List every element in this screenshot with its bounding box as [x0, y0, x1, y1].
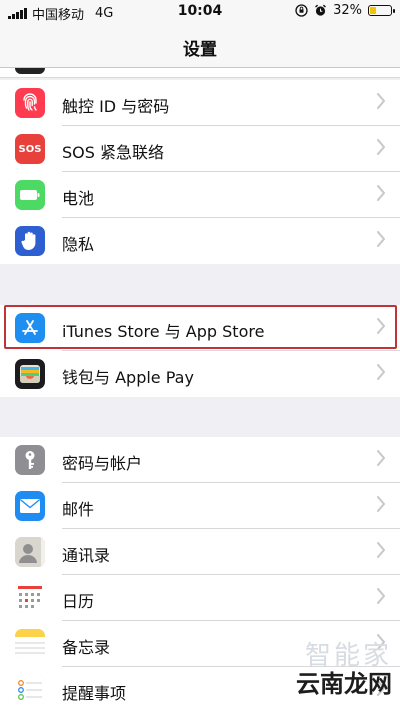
highlight-box [4, 305, 397, 349]
mail-icon [15, 491, 45, 521]
settings-row-label: 邮件 [62, 500, 95, 519]
settings-row-hand[interactable]: 隐私 [0, 218, 400, 264]
settings-row-fingerprint[interactable]: 触控 ID 与密码 [0, 80, 400, 126]
settings-row-label: 电池 [62, 189, 95, 208]
partial-icon [15, 68, 45, 74]
settings-row-wallet[interactable]: 钱包与 Apple Pay [0, 351, 400, 397]
settings-row-label: 触控 ID 与密码 [62, 97, 170, 116]
key-icon [15, 445, 45, 475]
settings-row-mail[interactable]: 邮件 [0, 483, 400, 529]
contacts-icon [15, 537, 45, 567]
partially-hidden-row[interactable] [0, 68, 400, 78]
settings-group-security: 触控 ID 与密码 SOS SOS 紧急联络 电池隐私 [0, 80, 400, 264]
chevron-right-icon [377, 364, 385, 380]
hand-icon [15, 226, 45, 256]
settings-row-battery[interactable]: 电池 [0, 172, 400, 218]
watermark: 智能家 云南龙网 [296, 635, 392, 699]
sos-icon-text: SOS [18, 143, 42, 155]
chevron-right-icon [377, 231, 385, 247]
settings-row-contacts[interactable]: 通讯录 [0, 529, 400, 575]
reminders-icon [15, 675, 45, 705]
battery-percent: 32% [333, 3, 362, 18]
chevron-right-icon [377, 139, 385, 155]
settings-row-sos[interactable]: SOS SOS 紧急联络 [0, 126, 400, 172]
status-bar: 中国移动 4G 10:04 32% [0, 0, 400, 24]
chevron-right-icon [377, 185, 385, 201]
status-right: 32% [295, 3, 395, 18]
settings-row-label: SOS 紧急联络 [62, 143, 164, 162]
notes-icon [15, 629, 45, 659]
orientation-lock-icon [295, 4, 308, 17]
settings-row-label: 提醒事项 [62, 684, 127, 703]
battery-indicator [368, 5, 395, 16]
navigation-bar: 设置 [0, 24, 400, 68]
wallet-icon [15, 359, 45, 389]
settings-row-label: 备忘录 [62, 638, 111, 657]
chevron-right-icon [377, 450, 385, 466]
calendar-icon [15, 583, 45, 613]
sos-icon: SOS [15, 134, 45, 164]
page-title: 设置 [183, 40, 217, 60]
settings-row-label: 隐私 [62, 235, 95, 254]
settings-row-label: 钱包与 Apple Pay [62, 368, 194, 387]
chevron-right-icon [377, 93, 385, 109]
chevron-right-icon [377, 496, 385, 512]
fingerprint-icon [15, 88, 45, 118]
battery-icon [15, 180, 45, 210]
settings-row-label: 通讯录 [62, 546, 111, 565]
chevron-right-icon [377, 588, 385, 604]
chevron-right-icon [377, 542, 385, 558]
watermark-bottom: 云南龙网 [296, 670, 392, 698]
settings-row-key[interactable]: 密码与帐户 [0, 437, 400, 483]
settings-row-calendar[interactable]: 日历 [0, 575, 400, 621]
settings-row-label: 密码与帐户 [62, 454, 143, 473]
settings-row-label: 日历 [62, 592, 95, 611]
alarm-icon [315, 4, 327, 16]
